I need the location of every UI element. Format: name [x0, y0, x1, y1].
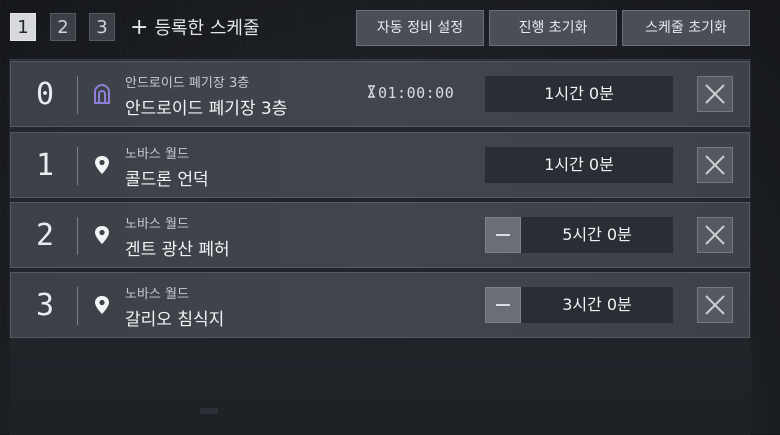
divider — [77, 217, 78, 255]
reset-progress-button[interactable]: 진행 초기화 — [489, 10, 617, 46]
schedule-row[interactable]: 2 노바스 월드 겐트 광산 폐허 5시간 0분 — [10, 202, 750, 268]
duration-display[interactable]: 3시간 0분 — [521, 287, 673, 323]
location-pin-icon — [95, 226, 109, 244]
close-icon — [705, 225, 725, 245]
registered-schedule-header: + 등록한 스케줄 — [130, 14, 260, 42]
preset-tab-2[interactable]: 2 — [50, 13, 76, 41]
duration-display[interactable]: 1시간 0분 — [485, 147, 673, 183]
duration-display[interactable]: 1시간 0분 — [485, 76, 673, 112]
divider — [77, 287, 78, 325]
location-pin-icon — [95, 296, 109, 314]
row-place: 안드로이드 폐기장 3층 — [125, 99, 288, 119]
decrease-duration-button[interactable] — [485, 217, 521, 253]
row-place: 콜드론 언덕 — [125, 170, 209, 190]
top-bar: 1 2 3 + 등록한 스케줄 자동 정비 설정 진행 초기화 스케줄 초기화 — [0, 0, 780, 56]
preset-tab-3[interactable]: 3 — [89, 13, 115, 41]
hourglass-icon — [368, 85, 375, 98]
row-index: 3 — [35, 288, 55, 323]
reset-schedule-button[interactable]: 스케줄 초기화 — [622, 10, 750, 46]
decorative-mark — [200, 408, 218, 414]
registered-schedule-label: 등록한 스케줄 — [154, 18, 260, 39]
close-icon — [705, 84, 725, 104]
remove-button[interactable] — [697, 76, 733, 112]
row-place: 갈리오 침식지 — [125, 310, 225, 330]
dungeon-gate-icon — [94, 84, 110, 104]
auto-repair-settings-button[interactable]: 자동 정비 설정 — [356, 10, 484, 46]
row-index: 2 — [35, 218, 55, 253]
remove-button[interactable] — [697, 287, 733, 323]
divider — [77, 76, 78, 114]
schedule-row[interactable]: 0 안드로이드 폐기장 3층 안드로이드 폐기장 3층 01:00:00 1시간… — [10, 61, 750, 127]
close-icon — [705, 155, 725, 175]
location-pin-icon — [95, 156, 109, 174]
row-region: 노바스 월드 — [125, 217, 189, 232]
row-timer-value: 01:00:00 — [378, 84, 455, 102]
row-place: 겐트 광산 폐허 — [125, 240, 230, 260]
row-region: 노바스 월드 — [125, 147, 189, 162]
close-icon — [705, 295, 725, 315]
remove-button[interactable] — [697, 147, 733, 183]
row-region: 안드로이드 폐기장 3층 — [125, 76, 250, 91]
row-index: 1 — [35, 148, 55, 183]
row-index: 0 — [35, 77, 55, 112]
schedule-row[interactable]: 3 노바스 월드 갈리오 침식지 3시간 0분 — [10, 272, 750, 338]
divider — [77, 147, 78, 185]
preset-tab-1[interactable]: 1 — [10, 13, 36, 41]
schedule-row[interactable]: 1 노바스 월드 콜드론 언덕 1시간 0분 — [10, 132, 750, 198]
plus-icon: + — [130, 15, 149, 40]
decrease-duration-button[interactable] — [485, 287, 521, 323]
remove-button[interactable] — [697, 217, 733, 253]
row-timer: 01:00:00 — [367, 84, 454, 102]
duration-display[interactable]: 5시간 0분 — [521, 217, 673, 253]
row-region: 노바스 월드 — [125, 287, 189, 302]
